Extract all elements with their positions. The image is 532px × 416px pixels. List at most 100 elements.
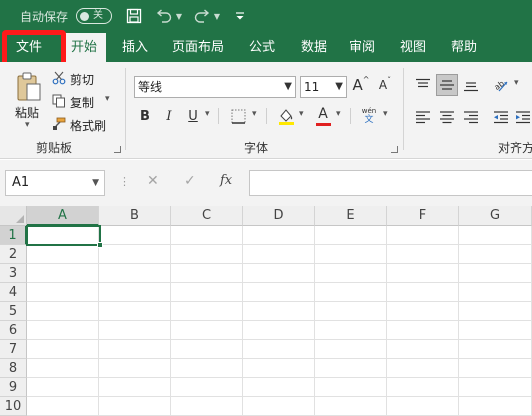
insert-function-icon[interactable]: fx (220, 173, 232, 188)
grid-cell[interactable] (315, 359, 387, 378)
grid-cell[interactable] (243, 245, 315, 264)
tab-review[interactable]: 审阅 (340, 33, 384, 62)
fill-handle[interactable] (97, 242, 103, 248)
grid-cell[interactable] (99, 226, 171, 245)
decrease-indent-icon[interactable] (490, 106, 512, 128)
grid-cell[interactable] (459, 378, 532, 397)
grid-cell[interactable] (315, 340, 387, 359)
row-header[interactable]: 6 (0, 321, 27, 340)
increase-indent-icon[interactable] (514, 106, 532, 128)
paste-icon[interactable] (12, 68, 46, 106)
grid-cell[interactable] (243, 397, 315, 416)
shrink-font-button[interactable]: Aˇ (376, 74, 394, 96)
row-header[interactable]: 9 (0, 378, 27, 397)
format-painter-icon[interactable] (51, 116, 67, 132)
select-all-button[interactable] (0, 206, 27, 226)
grow-font-button[interactable]: A ^ (352, 74, 370, 96)
undo-icon[interactable] (154, 6, 174, 26)
autosave-toggle[interactable]: 关 (76, 8, 112, 24)
grid-cell[interactable] (315, 378, 387, 397)
grid-cell[interactable] (27, 359, 99, 378)
fill-color-icon[interactable] (276, 105, 296, 127)
align-center-icon[interactable] (436, 106, 458, 128)
grid-cell[interactable] (315, 264, 387, 283)
row-header[interactable]: 5 (0, 302, 27, 321)
drag-handle-icon[interactable]: ⋮ (119, 175, 130, 188)
grid-cell[interactable] (459, 302, 532, 321)
formula-input[interactable] (249, 170, 532, 196)
grid-cell[interactable] (99, 283, 171, 302)
redo-icon[interactable] (192, 6, 212, 26)
grid-cell[interactable] (459, 283, 532, 302)
row-header[interactable]: 8 (0, 359, 27, 378)
column-header[interactable]: A (27, 206, 99, 226)
middle-align-icon[interactable] (436, 74, 458, 96)
align-left-icon[interactable] (412, 106, 434, 128)
row-header[interactable]: 1 (0, 226, 27, 245)
grid-cell[interactable] (387, 378, 459, 397)
cancel-icon[interactable]: ✕ (147, 173, 159, 189)
grid-cell[interactable] (27, 264, 99, 283)
font-launcher-icon[interactable] (391, 146, 398, 153)
grid-cell[interactable] (243, 264, 315, 283)
grid-cell[interactable] (387, 302, 459, 321)
grid-cell[interactable] (459, 264, 532, 283)
grid-cell[interactable] (171, 264, 243, 283)
cut-icon[interactable] (51, 70, 67, 86)
grid-cell[interactable] (387, 321, 459, 340)
grid-cell[interactable] (387, 245, 459, 264)
enter-icon[interactable]: ✓ (184, 173, 196, 189)
grid-cell[interactable] (171, 359, 243, 378)
column-header[interactable]: F (387, 206, 459, 226)
bold-button[interactable]: B (136, 106, 154, 126)
grid-cell[interactable] (459, 226, 532, 245)
grid-cell[interactable] (315, 245, 387, 264)
row-header[interactable]: 2 (0, 245, 27, 264)
italic-button[interactable]: I (160, 106, 178, 126)
row-header[interactable]: 4 (0, 283, 27, 302)
grid-cell[interactable] (243, 359, 315, 378)
font-color-button[interactable]: A (314, 105, 332, 127)
fill-color-dropdown-icon[interactable]: ▾ (299, 109, 304, 119)
grid-cell[interactable] (171, 245, 243, 264)
paste-dropdown-icon[interactable]: ▾ (25, 120, 30, 130)
tab-home[interactable]: 开始 (62, 33, 106, 62)
row-header[interactable]: 3 (0, 264, 27, 283)
grid-cell[interactable] (459, 340, 532, 359)
column-header[interactable]: D (243, 206, 315, 226)
grid-cell[interactable] (387, 359, 459, 378)
grid-cell[interactable] (99, 378, 171, 397)
grid-cell[interactable] (99, 340, 171, 359)
grid-cell[interactable] (27, 340, 99, 359)
font-color-dropdown-icon[interactable]: ▾ (336, 109, 341, 119)
top-align-icon[interactable] (412, 74, 434, 96)
grid-cell[interactable] (27, 283, 99, 302)
cut-label[interactable]: 剪切 (70, 71, 94, 88)
grid-cell[interactable] (243, 321, 315, 340)
copy-label[interactable]: 复制 (70, 94, 94, 111)
grid-cell[interactable] (243, 283, 315, 302)
grid-cell[interactable] (27, 397, 99, 416)
grid-cell[interactable] (99, 245, 171, 264)
save-icon[interactable] (124, 6, 144, 26)
grid-cell[interactable] (459, 321, 532, 340)
grid-cell[interactable] (459, 397, 532, 416)
grid-cell[interactable] (243, 378, 315, 397)
grid-cell[interactable] (315, 397, 387, 416)
font-size-combo[interactable]: 11 ▼ (300, 76, 347, 98)
align-right-icon[interactable] (460, 106, 482, 128)
underline-dropdown-icon[interactable]: ▾ (205, 109, 210, 119)
grid-cell[interactable] (387, 340, 459, 359)
borders-icon[interactable] (228, 106, 248, 126)
grid-cell[interactable] (171, 226, 243, 245)
grid-cell[interactable] (99, 321, 171, 340)
name-box[interactable]: A1 ▼ (5, 170, 105, 196)
tab-data[interactable]: 数据 (292, 33, 336, 62)
grid-cell[interactable] (171, 321, 243, 340)
font-name-combo[interactable]: 等线 ▼ (134, 76, 296, 98)
grid-cell[interactable] (243, 226, 315, 245)
tab-formulas[interactable]: 公式 (240, 33, 284, 62)
grid-cell[interactable] (99, 302, 171, 321)
grid-cell[interactable] (387, 264, 459, 283)
grid-cell[interactable] (27, 321, 99, 340)
